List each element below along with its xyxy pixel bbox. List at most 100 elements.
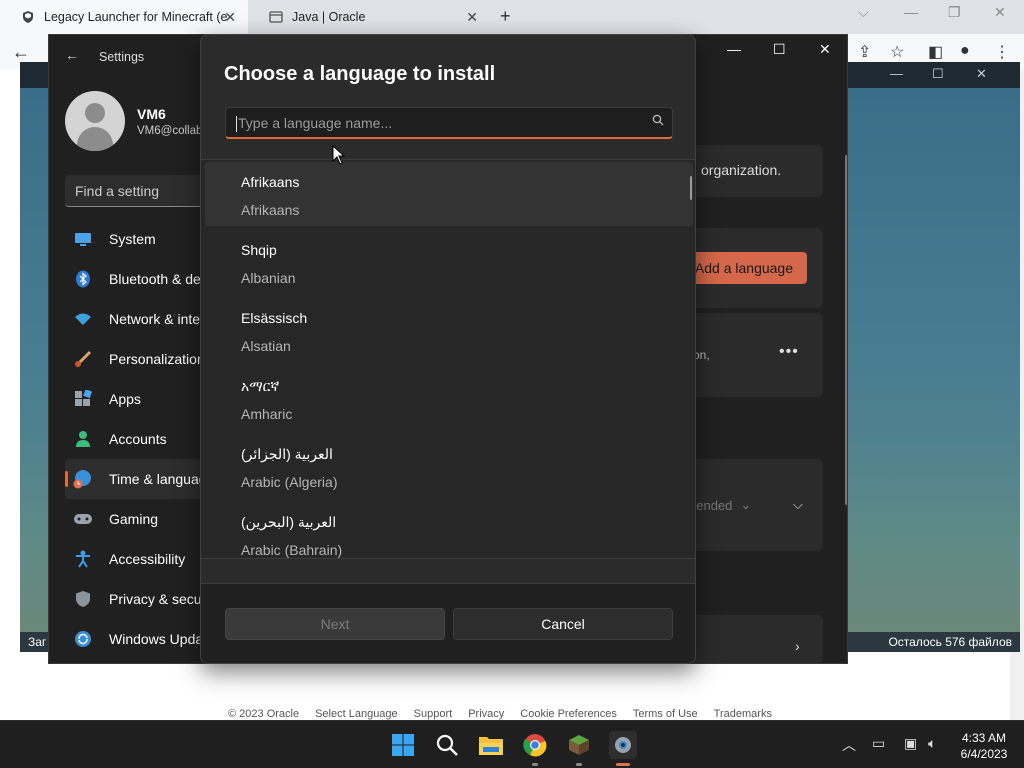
search-icon[interactable] <box>433 731 461 759</box>
more-options-icon[interactable]: ••• <box>779 343 799 361</box>
monitor-icon <box>73 229 93 249</box>
nav-item-privacy[interactable]: Privacy & security <box>65 579 205 619</box>
settings-card <box>677 615 823 663</box>
next-button[interactable]: Next <box>225 608 445 640</box>
footer-link-trademarks[interactable]: Trademarks <box>714 708 772 720</box>
nav-item-accounts[interactable]: Accounts <box>65 419 205 459</box>
language-native-name: Shqip <box>241 242 277 258</box>
nav-label: Accounts <box>109 431 167 447</box>
avatar-body <box>77 127 113 151</box>
list-item-language[interactable]: Afrikaans Afrikaans <box>205 162 693 226</box>
nav-item-personalization[interactable]: Personalization <box>65 339 205 379</box>
chevron-right-icon[interactable]: › <box>795 638 800 654</box>
nav-item-apps[interactable]: Apps <box>65 379 205 419</box>
launcher-status-left: Заг <box>28 635 47 649</box>
list-scrollbar-thumb[interactable] <box>690 176 692 200</box>
minecraft-icon[interactable] <box>565 731 593 759</box>
footer-link-terms-of-use[interactable]: Terms of Use <box>633 708 698 720</box>
language-list[interactable]: Afrikaans Afrikaans Shqip Albanian Elsäs… <box>201 159 695 559</box>
accessibility-icon <box>73 549 93 569</box>
settings-scrollbar[interactable] <box>845 155 847 505</box>
search-placeholder: Type a language name... <box>238 115 393 131</box>
launcher-close-icon[interactable]: ✕ <box>976 66 987 82</box>
nav-label: Personalization <box>109 351 205 367</box>
update-icon <box>73 629 93 649</box>
launcher-maximize-icon[interactable]: ☐ <box>932 66 944 82</box>
nav-label: Network & internet <box>109 311 205 327</box>
footer-link-select-language[interactable]: Select Language <box>315 708 398 720</box>
nav-item-windows-update[interactable]: Windows Update <box>65 619 205 659</box>
nav-item-network[interactable]: Network & internet <box>65 299 205 339</box>
nav-item-system[interactable]: System <box>65 219 205 259</box>
add-language-button[interactable]: Add a language <box>689 252 807 284</box>
settings-title: Settings <box>99 50 145 64</box>
tab-title: Java | Oracle <box>292 10 366 24</box>
share-icon[interactable]: ⇪ <box>858 42 871 62</box>
display-icon[interactable]: ▣ <box>904 735 917 752</box>
dialog-title: Choose a language to install <box>224 63 496 85</box>
bluetooth-icon <box>73 269 93 289</box>
settings-gear-icon[interactable] <box>609 731 637 759</box>
footer-link-privacy[interactable]: Privacy <box>468 708 504 720</box>
browser-tab-java-oracle[interactable]: Java | Oracle ✕ <box>248 0 490 34</box>
expand-chevron-icon[interactable]: ⌵ <box>793 497 803 513</box>
close-icon[interactable]: ✕ <box>819 41 831 58</box>
close-tab-icon[interactable]: ✕ <box>466 9 478 26</box>
gamepad-icon <box>73 509 93 529</box>
network-offline-icon[interactable]: ▭ <box>872 735 885 752</box>
footer-link-support[interactable]: Support <box>414 708 453 720</box>
maximize-icon[interactable]: ☐ <box>773 41 786 58</box>
launcher-minimize-icon[interactable]: — <box>890 66 903 81</box>
system-clock[interactable]: 4:33 AM 6/4/2023 <box>952 730 1016 762</box>
nav-item-time-language[interactable]: Time & language <box>65 459 205 499</box>
menu-icon[interactable]: ⋮ <box>994 42 1010 62</box>
close-window-icon[interactable]: ✕ <box>994 4 1006 21</box>
settings-nav: System Bluetooth & devices Network & int… <box>65 219 205 659</box>
wifi-icon <box>73 309 93 329</box>
star-icon[interactable]: ☆ <box>890 42 904 62</box>
list-item-language[interactable]: አማርኛ Amharic <box>205 366 693 430</box>
mouse-pointer-icon <box>332 145 346 165</box>
tab-search-icon[interactable]: ⌵ <box>858 4 869 21</box>
nav-label: Gaming <box>109 511 159 527</box>
running-indicator <box>576 763 582 766</box>
language-english-name: Arabic (Algeria) <box>241 474 338 490</box>
profile-icon[interactable]: ● <box>960 42 970 60</box>
minimize-icon[interactable]: — <box>727 41 741 57</box>
restore-icon[interactable]: ❐ <box>948 4 961 21</box>
browser-tab-legacy-launcher[interactable]: Legacy Launcher for Minecraft (e ✕ <box>0 0 248 34</box>
language-native-name: Elsässisch <box>241 310 308 326</box>
active-indicator <box>616 763 630 766</box>
nav-item-gaming[interactable]: Gaming <box>65 499 205 539</box>
brush-icon <box>73 349 93 369</box>
windows-start-icon[interactable] <box>389 731 417 759</box>
new-tab-button[interactable]: + <box>500 6 511 27</box>
recommended-dropdown[interactable]: nended ⌄ <box>689 491 779 519</box>
volume-icon[interactable]: 🔈︎ <box>928 735 936 752</box>
cancel-button[interactable]: Cancel <box>453 608 673 640</box>
footer-copyright: © 2023 Oracle <box>228 708 300 720</box>
footer-link-cookie-preferences[interactable]: Cookie Preferences <box>520 708 617 720</box>
nav-item-bluetooth[interactable]: Bluetooth & devices <box>65 259 205 299</box>
chevron-up-icon[interactable]: ︿ <box>842 735 856 755</box>
back-arrow-icon[interactable]: ← <box>12 42 30 63</box>
language-search-input[interactable]: Type a language name... <box>225 107 673 139</box>
language-native-name: العربية (الجزائر) <box>241 446 333 462</box>
nav-item-accessibility[interactable]: Accessibility <box>65 539 205 579</box>
list-item-language[interactable]: العربية (الجزائر) Arabic (Algeria) <box>205 434 693 498</box>
page-icon <box>268 9 284 25</box>
close-tab-icon[interactable]: ✕ <box>224 9 236 26</box>
nav-label: Privacy & security <box>109 591 205 607</box>
avatar[interactable] <box>65 91 125 151</box>
list-item-language[interactable]: Shqip Albanian <box>205 230 693 294</box>
chrome-icon[interactable] <box>521 731 549 759</box>
list-item-language[interactable]: العربية (البحرين) Arabic (Bahrain) <box>205 502 693 558</box>
back-arrow-icon[interactable]: ← <box>65 47 79 63</box>
minimize-icon[interactable]: — <box>904 4 918 20</box>
language-english-name: Afrikaans <box>241 202 300 218</box>
list-item-language[interactable]: Elsässisch Alsatian <box>205 298 693 362</box>
file-explorer-icon[interactable] <box>477 731 505 759</box>
person-icon <box>73 429 93 449</box>
side-panel-icon[interactable]: ◧ <box>928 42 943 62</box>
apps-icon <box>73 389 93 409</box>
